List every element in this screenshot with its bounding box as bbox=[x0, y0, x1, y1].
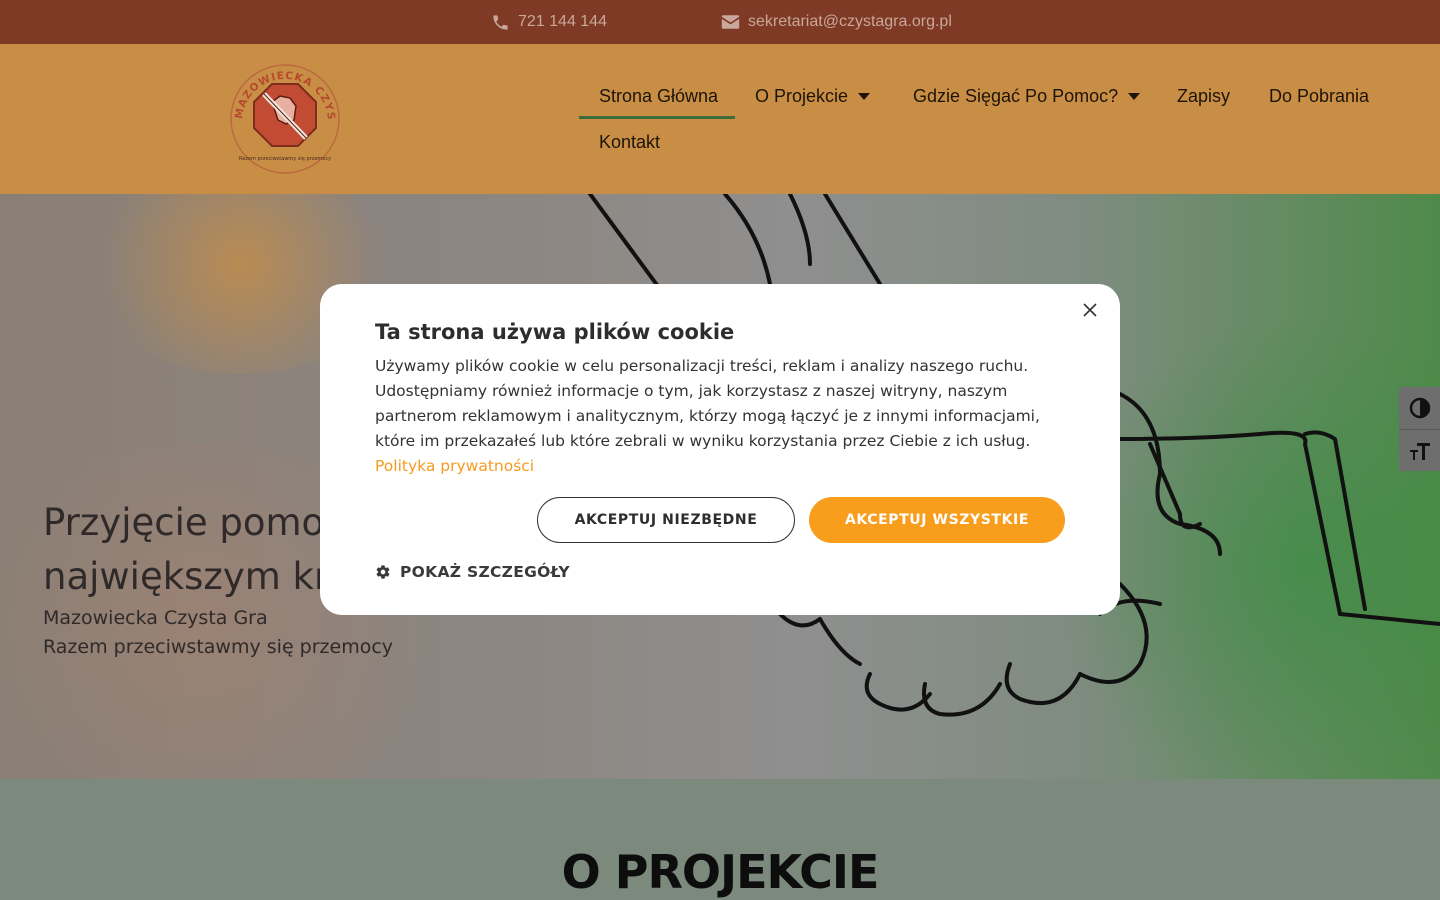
site-header: MAZOWIECKA CZYSTA GRA Razem przeciwstawm… bbox=[0, 44, 1440, 194]
envelope-icon bbox=[721, 15, 740, 29]
cookie-description: Używamy plików cookie w celu personaliza… bbox=[375, 357, 1040, 475]
font-size-button[interactable] bbox=[1399, 429, 1440, 471]
accessibility-toolbar bbox=[1399, 387, 1440, 471]
section-title: O PROJEKCIE bbox=[561, 845, 880, 899]
caret-down-icon bbox=[1128, 92, 1141, 100]
nav-label: Gdzie Sięgać Po Pomoc? bbox=[913, 85, 1119, 106]
project-section: O PROJEKCIE bbox=[0, 779, 1440, 900]
nav-zapisy[interactable]: Zapisy bbox=[1177, 81, 1230, 111]
email-link[interactable]: sekretariat@czystagra.org.pl bbox=[721, 0, 952, 44]
site-logo[interactable]: MAZOWIECKA CZYSTA GRA Razem przeciwstawm… bbox=[223, 53, 342, 176]
nav-strona-glowna[interactable]: Strona Główna bbox=[599, 81, 718, 111]
nav-kontakt[interactable]: Kontakt bbox=[599, 127, 660, 157]
nav-active-underline bbox=[579, 116, 735, 119]
caret-down-icon bbox=[858, 92, 871, 100]
email-address: sekretariat@czystagra.org.pl bbox=[748, 13, 952, 30]
logo-tagline: Razem przeciwstawmy się przemocy bbox=[239, 156, 331, 162]
contrast-toggle-button[interactable] bbox=[1399, 387, 1440, 429]
contrast-icon bbox=[1409, 397, 1430, 419]
nav-gdzie-siegac-po-pomoc[interactable]: Gdzie Sięgać Po Pomoc? bbox=[913, 81, 1141, 111]
cookie-consent-dialog: Ta strona używa plików cookie Używamy pl… bbox=[320, 284, 1120, 615]
nav-o-projekcie[interactable]: O Projekcie bbox=[755, 81, 871, 111]
close-button[interactable] bbox=[1079, 299, 1101, 321]
phone-number: 721 144 144 bbox=[518, 13, 607, 30]
gear-icon bbox=[376, 565, 390, 579]
show-details-toggle[interactable]: POKAŻ SZCZEGÓŁY bbox=[375, 563, 570, 581]
close-icon bbox=[1083, 303, 1097, 317]
hero-subtitle-slogan: Razem przeciwstawmy się przemocy bbox=[43, 636, 394, 658]
phone-link[interactable]: 721 144 144 bbox=[491, 0, 607, 44]
nav-label: Strona Główna bbox=[599, 85, 719, 106]
phone-icon bbox=[493, 14, 508, 30]
accept-necessary-button[interactable]: AKCEPTUJ NIEZBĘDNE bbox=[537, 497, 795, 543]
cookie-title: Ta strona używa plików cookie bbox=[375, 320, 735, 344]
font-size-icon bbox=[1409, 442, 1430, 460]
nav-label: O Projekcie bbox=[755, 85, 849, 106]
hero-subtitle-org: Mazowiecka Czysta Gra bbox=[43, 607, 268, 629]
top-contact-bar: 721 144 144 sekretariat@czystagra.org.pl bbox=[0, 0, 1440, 44]
nav-label: Do Pobrania bbox=[1269, 85, 1370, 106]
accept-all-button[interactable]: AKCEPTUJ WSZYSTKIE bbox=[809, 497, 1065, 543]
nav-label: Zapisy bbox=[1177, 85, 1231, 106]
show-details-label: POKAŻ SZCZEGÓŁY bbox=[400, 563, 570, 581]
privacy-policy-link[interactable]: Polityka prywatności bbox=[375, 457, 534, 475]
nav-label: Kontakt bbox=[599, 131, 661, 152]
nav-do-pobrania[interactable]: Do Pobrania bbox=[1269, 81, 1369, 111]
